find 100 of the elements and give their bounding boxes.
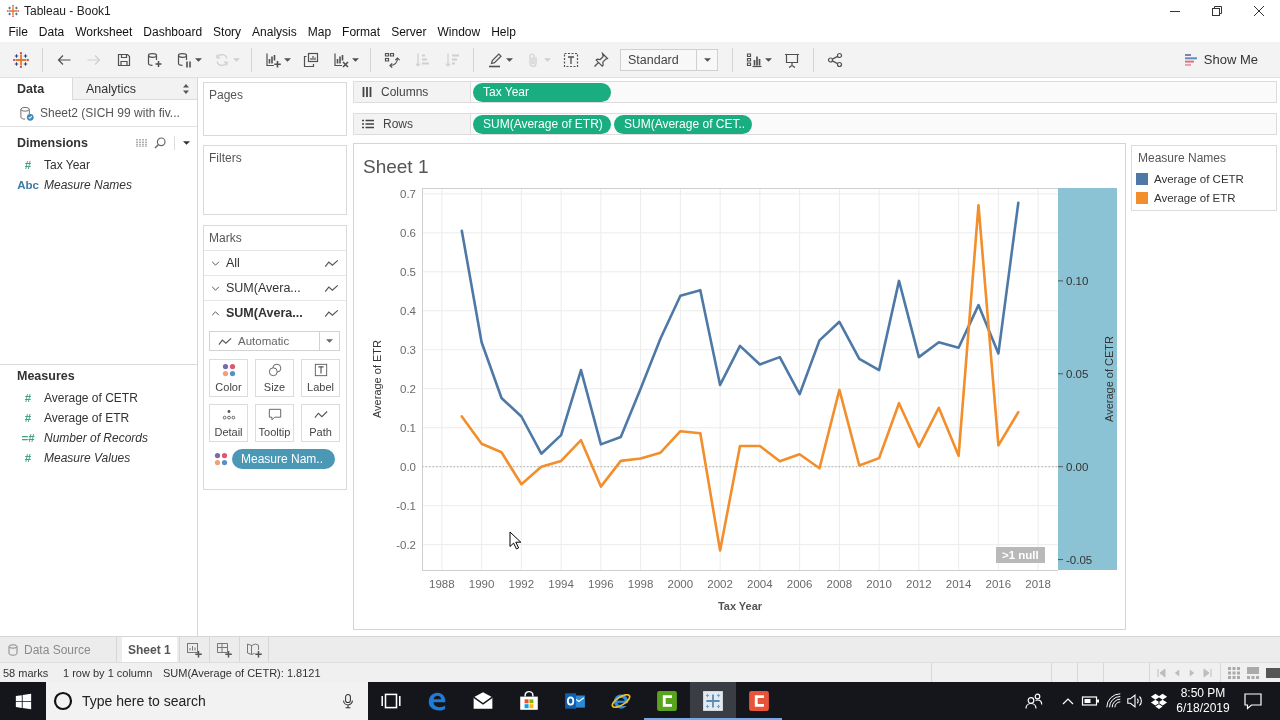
field-name[interactable]: Average of CETR [44,391,138,405]
letter-c-tile-icon [748,690,770,712]
taskbar-button[interactable] [690,682,736,720]
ring-icon [53,691,73,711]
caret-icon [703,57,711,62]
shopping-bag-icon [518,690,540,712]
pin-icon [593,51,609,68]
caret-icon [195,57,202,62]
swap-icon [384,51,400,68]
presentation-board-icon [784,51,800,68]
axis-tick-label: 0.10 [1066,274,1089,287]
chevron-up-icon[interactable] [1062,696,1074,706]
legend-label: Average of ETR [1154,191,1236,204]
window-title: Tableau - Book1 [24,4,112,18]
field-name[interactable]: Tax Year [44,158,91,172]
dots-icon [221,408,236,422]
card-title: Filters [209,151,242,165]
axis-tick-label: 1988 [429,578,455,590]
letter-o-envelope-icon [564,690,586,712]
data-source-name[interactable]: Sheet2 (SICH 99 with fiv... [40,106,180,120]
search-icon[interactable] [154,137,166,149]
caret-icon [284,57,291,62]
pen-icon [487,51,503,68]
speaker-icon[interactable] [1126,692,1144,710]
tabs-view-icon[interactable] [1266,666,1280,679]
search-field[interactable]: Type here to search [82,689,331,713]
wifi-icon[interactable] [1105,692,1123,710]
section-title: Dimensions [17,136,89,150]
axis-tick-label: 1998 [627,578,654,590]
menu-item[interactable]: Format [336,25,386,39]
sheet-title: Sheet 1 [363,156,429,178]
fit-dropdown[interactable]: Standard [620,48,718,71]
menu-item[interactable]: Analysis [246,25,303,39]
duplicate-chart-icon [303,51,319,68]
axis-tick-label: 2014 [945,578,972,590]
list-bar-chart-icon [746,51,762,68]
menu-item[interactable]: Server [385,25,432,39]
field-name[interactable]: Number of Records [44,431,149,445]
card-title: Marks [209,231,242,245]
axis-tick-label: 0.05 [1066,367,1089,380]
field-type-glyph: Abc [17,179,39,191]
axis-tick-label: 0.7 [400,187,416,200]
line-mark-icon [324,308,339,318]
caret-icon [326,339,333,343]
sheet-tab[interactable]: Sheet 1 [122,637,177,662]
marks-layer[interactable]: All [204,250,346,275]
status-text: SUM(Average of CETR): 1.8121 [162,665,321,681]
marks-layer[interactable]: SUM(Avera... [204,275,346,300]
menu-item[interactable]: Help [485,25,522,39]
axis-title: Average of ETR [371,339,383,419]
legend-label: Average of CETR [1154,172,1244,185]
mark-property-button[interactable]: Tooltip [255,404,294,442]
axis-tick-label: 2012 [906,578,932,590]
menu-item[interactable]: Dashboard [137,25,208,39]
box-icon[interactable] [1150,692,1168,710]
mark-type-dropdown[interactable]: Automatic [209,331,340,351]
field-name[interactable]: Measure Names [44,178,133,192]
field-type-glyph: # [23,392,33,404]
menu-item[interactable]: Story [207,25,247,39]
field-name[interactable]: Measure Values [44,451,131,465]
axis-tick-label: 0.3 [400,343,416,356]
up-down-arrows-icon [183,83,189,94]
bar-chart-plus-icon [265,51,281,68]
logo-icon [7,5,19,17]
menu-item[interactable]: Window [431,25,486,39]
axis-title: Tax Year [717,600,763,612]
mark-property-button[interactable]: Path [301,404,340,442]
mark-property-button[interactable]: Color [209,359,248,397]
letter-c-tile-icon [656,690,678,712]
axis-tick-label: 2002 [707,578,733,590]
axis-tick-label: 1994 [548,578,574,590]
database-plus-icon [146,51,162,68]
book-plus-icon [245,641,262,658]
notification-icon[interactable] [1243,691,1263,711]
caret-icon[interactable] [183,141,190,145]
caret-icon [233,57,240,62]
menu-item[interactable]: Worksheet [69,25,138,39]
panel-tab[interactable]: Analytics [72,78,197,100]
caret-icon [506,57,513,62]
menu-item[interactable]: File [3,25,34,39]
axis-tick-label: -0.1 [396,499,416,512]
axis-tick-label: 2016 [985,578,1012,590]
marks-layer[interactable]: SUM(Avera... [204,300,346,325]
menu-item[interactable]: Map [302,25,337,39]
menu-item[interactable]: Data [33,25,70,39]
line-mark-icon [218,336,232,346]
mark-property-button[interactable]: Label [301,359,340,397]
axis-tick-label: 0.00 [1066,460,1089,473]
grid-icon [136,138,148,148]
search-box[interactable]: Type here to search [46,682,368,720]
people-icon[interactable] [1024,691,1044,711]
axis-tick-label: 0.0 [400,460,416,473]
mark-property-button[interactable]: Size [255,359,294,397]
mark-property-button[interactable]: Detail [209,404,248,442]
plus-cluster-tile-icon [702,690,724,712]
field-name[interactable]: Average of ETR [44,411,130,425]
microphone-icon[interactable] [340,692,356,710]
show-me-button[interactable]: Show Me [1179,49,1262,70]
section-title: Measures [17,369,76,383]
axis-tick-label: 0.4 [400,304,416,317]
